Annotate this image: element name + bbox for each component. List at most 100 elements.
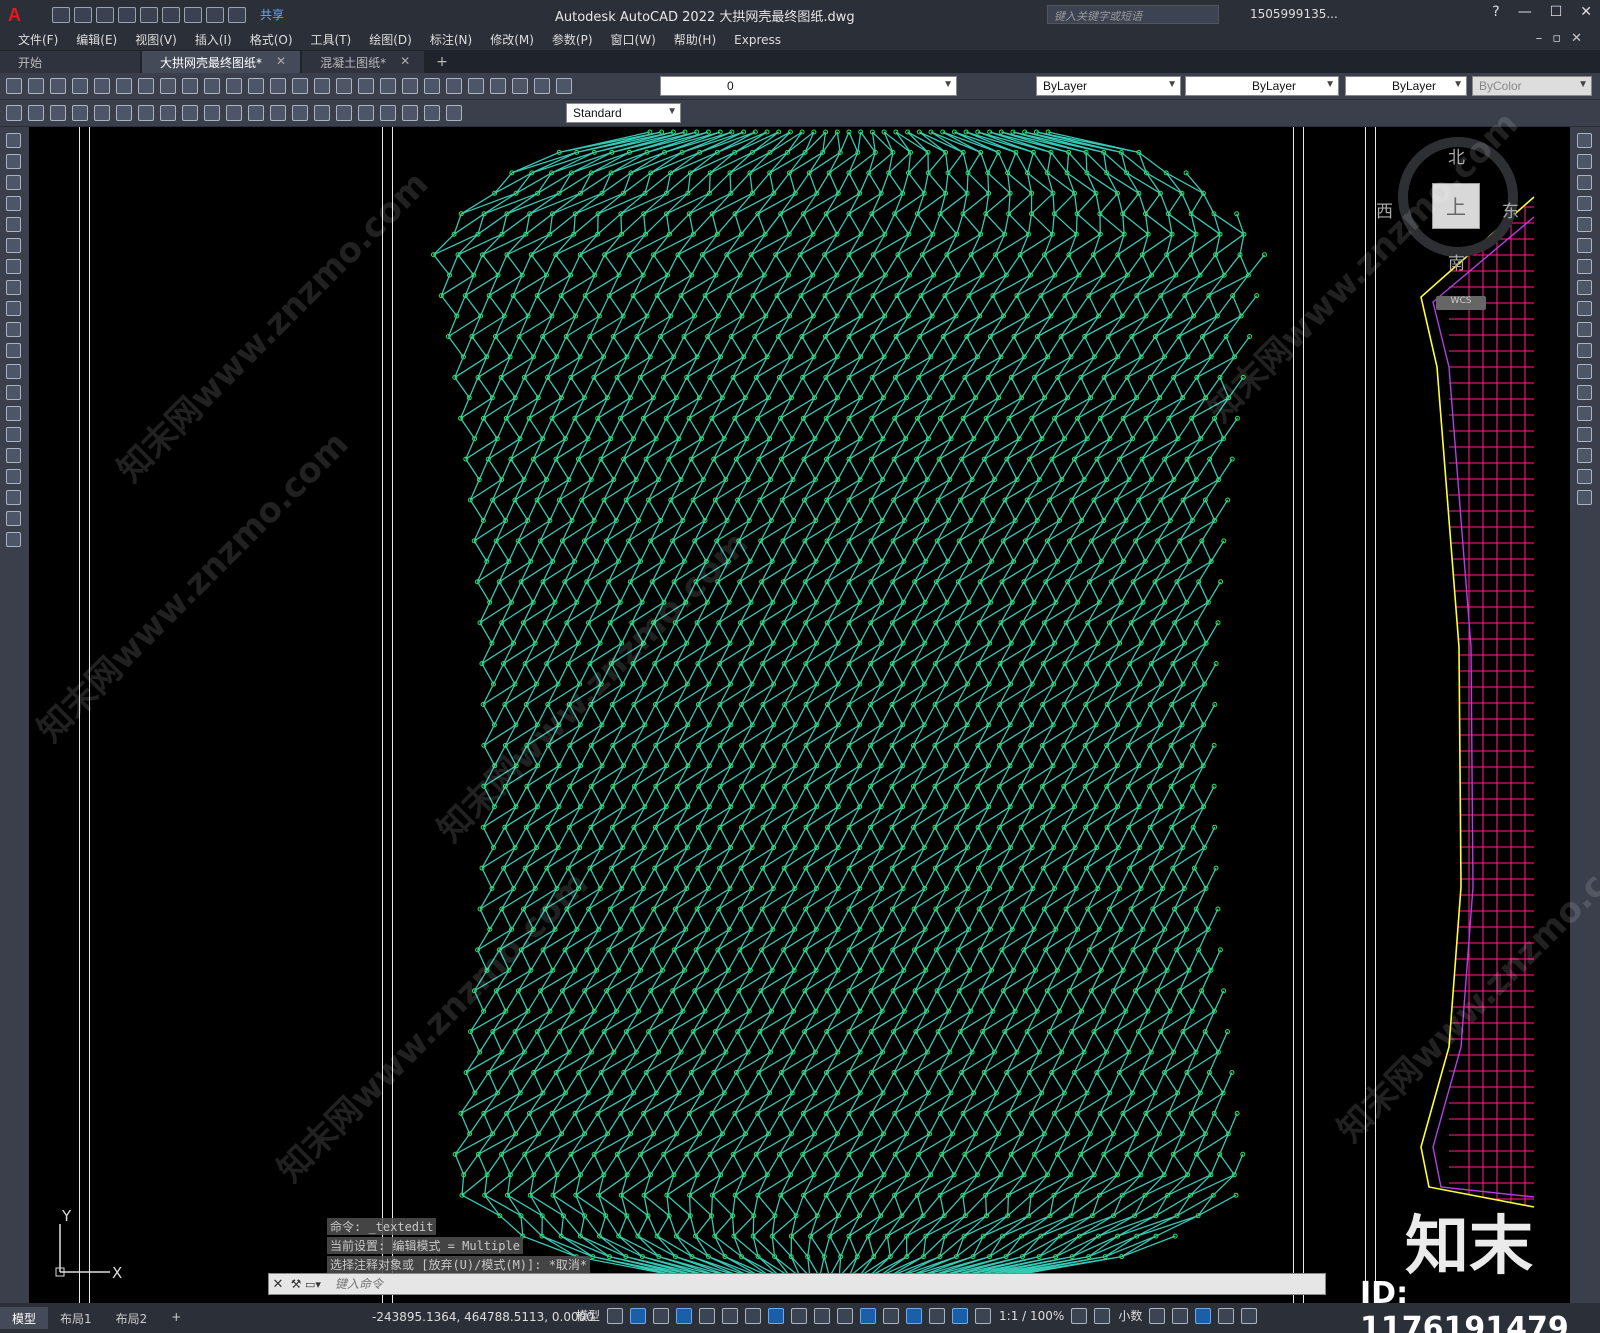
annotation-scale[interactable]: 1:1 / 100% [999,1309,1064,1323]
wcs-menu[interactable]: WCS [1436,296,1486,310]
command-input[interactable] [335,1277,1325,1291]
minimize-button[interactable]: — [1518,4,1532,20]
dimtedit-icon[interactable] [424,105,440,121]
spline-icon[interactable] [6,301,21,316]
revision-cloud-icon[interactable] [6,280,21,295]
paste-icon[interactable] [204,78,220,94]
region-icon[interactable] [6,469,21,484]
quick-dim-icon[interactable] [204,105,220,121]
viewcube[interactable]: 上 北 西 东 南 [1376,137,1519,274]
lock-ui-icon[interactable] [1172,1307,1189,1324]
menu-edit[interactable]: 编辑(E) [76,31,117,48]
diameter-icon[interactable] [160,105,176,121]
annotation-monitor-icon[interactable] [1094,1307,1111,1324]
3d-osnap-icon[interactable] [860,1307,877,1324]
close-tab-icon[interactable]: ✕ [276,54,286,73]
copy-icon[interactable] [182,78,198,94]
blend-curves-icon[interactable] [1577,469,1592,484]
compass-east[interactable]: 东 [1502,197,1519,222]
jogged-icon[interactable] [138,105,154,121]
radius-icon[interactable] [116,105,132,121]
linetype-dropdown[interactable]: ByLayer ▼ [1185,76,1339,96]
erase-icon[interactable] [1577,133,1592,148]
autocad-logo[interactable]: A [8,4,30,26]
add-selected-icon[interactable] [6,532,21,547]
zoom-window-icon[interactable] [358,78,374,94]
close-command-icon[interactable]: ✕ [269,1277,287,1292]
maximize-button[interactable]: ☐ [1550,4,1563,20]
table-icon[interactable] [6,490,21,505]
ordinate-icon[interactable] [94,105,110,121]
insert-block-icon[interactable] [6,364,21,379]
inspection-icon[interactable] [358,105,374,121]
share-button[interactable]: 共享 [260,6,284,23]
model-space-button[interactable]: 模型 [576,1307,600,1324]
tab-layout2[interactable]: 布局2 [104,1307,160,1329]
tab-drawing-1[interactable]: 大拱网壳最终图纸* ✕ [142,51,301,73]
copy-object-icon[interactable] [1577,154,1592,169]
block-editor-icon[interactable] [248,78,264,94]
compass-north[interactable]: 北 [1448,143,1465,168]
new-icon[interactable] [52,6,70,23]
markup-icon[interactable] [490,78,506,94]
selection-filter-icon[interactable] [906,1307,923,1324]
web-icon[interactable] [140,6,158,23]
continue-icon[interactable] [248,105,264,121]
layer-properties-icon[interactable] [556,78,572,94]
baseline-icon[interactable] [226,105,242,121]
polar-icon[interactable] [699,1307,716,1324]
workspace-gear-icon[interactable] [1071,1307,1088,1324]
text-style-dropdown[interactable]: Standard ▼ [566,103,681,123]
publish-icon[interactable] [116,78,132,94]
clean-screen-icon[interactable] [1218,1307,1235,1324]
offset-icon[interactable] [1577,196,1592,211]
menu-help[interactable]: 帮助(H) [674,31,716,48]
stretch-icon[interactable] [1577,301,1592,316]
arc-length-icon[interactable] [72,105,88,121]
infer-constraints-icon[interactable] [653,1307,670,1324]
explode-icon[interactable] [1577,490,1592,505]
help-button[interactable]: ? [1492,4,1499,20]
help-icon[interactable] [534,78,550,94]
redo-icon[interactable] [228,6,246,23]
arc-icon[interactable] [6,238,21,253]
move-icon[interactable] [1577,238,1592,253]
construction-line-icon[interactable] [6,154,21,169]
linear-dimension-icon[interactable] [28,105,44,121]
customization-menu-icon[interactable] [1241,1307,1258,1324]
center-mark-icon[interactable] [336,105,352,121]
menu-draw[interactable]: 绘图(D) [369,31,412,48]
break-icon[interactable] [1577,385,1592,400]
new-icon[interactable] [6,78,22,94]
isolate-objects-icon[interactable] [1195,1307,1212,1324]
mesh-members[interactable] [432,131,1266,1278]
undo-icon[interactable] [270,78,286,94]
drawing-window-controls[interactable]: –▫✕ [1536,31,1592,46]
calculator-icon[interactable] [512,78,528,94]
open-icon[interactable] [74,6,92,23]
layer-dropdown[interactable]: 0 ▼ [660,76,957,96]
line-icon[interactable] [6,133,21,148]
circle-icon[interactable] [6,259,21,274]
point-icon[interactable] [6,406,21,421]
array-icon[interactable] [1577,217,1592,232]
multiline-text-icon[interactable] [6,511,21,526]
tab-layout1[interactable]: 布局1 [48,1307,104,1329]
rectangle-icon[interactable] [6,217,21,232]
lattice-shell-drawing[interactable] [29,127,1570,1303]
zoom-previous-icon[interactable] [380,78,396,94]
close-button[interactable]: ✕ [1580,4,1592,20]
transparency-icon[interactable] [814,1307,831,1324]
menu-express[interactable]: Express [734,33,781,47]
mirror-icon[interactable] [1577,175,1592,190]
lineweight-dropdown[interactable]: ByLayer ▼ [1345,76,1467,96]
open-icon[interactable] [28,78,44,94]
menu-dimension[interactable]: 标注(N) [430,31,472,48]
design-center-icon[interactable] [424,78,440,94]
tolerance-icon[interactable] [314,105,330,121]
quick-dimension-icon[interactable] [6,105,22,121]
plot-icon[interactable] [184,6,202,23]
add-layout-button[interactable]: + [159,1307,193,1329]
pan-icon[interactable] [314,78,330,94]
polygon-icon[interactable] [6,196,21,211]
